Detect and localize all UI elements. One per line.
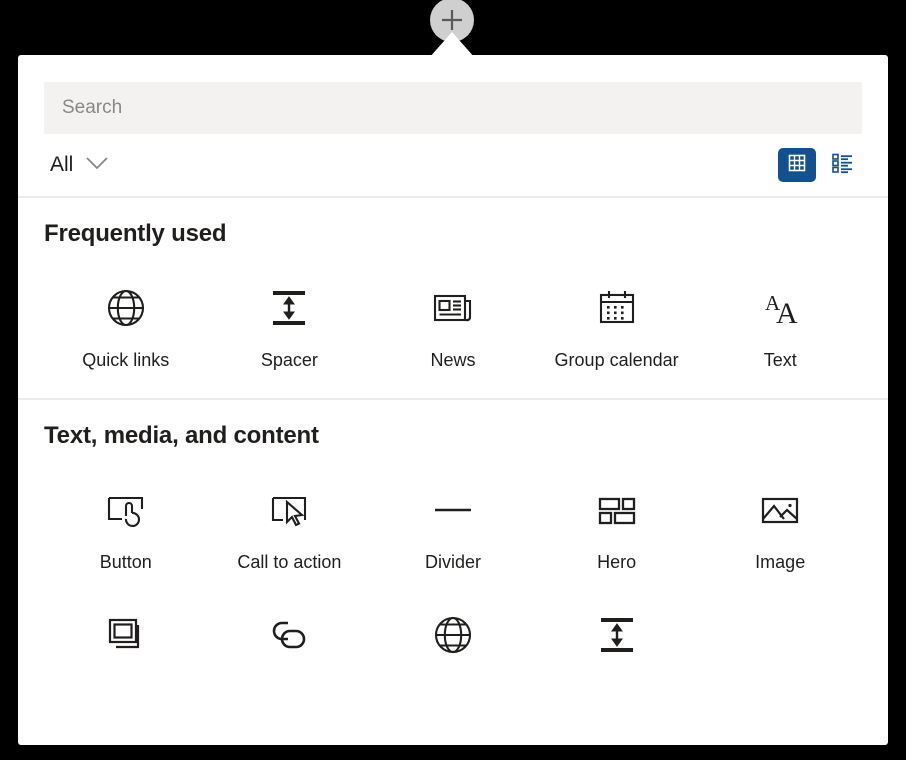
search-input[interactable] (62, 97, 844, 119)
webpart-label: Spacer (260, 350, 318, 370)
image-gallery-icon (102, 607, 150, 663)
list-icon (831, 152, 855, 179)
image-icon (756, 482, 804, 538)
webpart-label: Text (763, 350, 797, 370)
grid-icon (787, 153, 807, 178)
webpart-label: News (430, 350, 476, 370)
calendar-icon (593, 280, 641, 336)
webpart-card-quick-links[interactable]: Quick links (44, 258, 208, 384)
screen: All (0, 0, 906, 760)
globe-icon (429, 607, 477, 663)
webpart-card-news[interactable]: News (371, 258, 535, 384)
webpart-picker-panel: All (18, 55, 888, 745)
webpart-label: Button (99, 551, 152, 572)
cursor-box-icon (265, 482, 313, 538)
webpart-card-group-calendar[interactable]: Group calendar (535, 258, 699, 384)
button-hand-icon (102, 482, 150, 538)
view-toggle (778, 148, 862, 182)
webpart-card-image[interactable]: Image (698, 460, 862, 586)
webpart-card-button[interactable]: Button (44, 460, 208, 586)
webpart-card-image-gallery[interactable] (44, 585, 208, 689)
webpart-label: Call to action (237, 551, 342, 572)
webpart-grid: Quick links Spacer News Group calendar A… (44, 258, 862, 384)
section-frequently-used: Frequently used Quick links Spacer News … (18, 198, 888, 398)
webpart-card-text[interactable]: A A Text (698, 258, 862, 384)
webpart-card-spacer[interactable]: Spacer (208, 258, 372, 384)
webpart-card-quick-links-2[interactable] (371, 585, 535, 689)
link-icon (265, 607, 313, 663)
webpart-label: Image (755, 551, 806, 572)
section-title: Frequently used (44, 220, 227, 247)
section-text-media-content: Text, media, and content Button Call to … (18, 400, 888, 690)
webpart-label: Quick links (82, 350, 170, 370)
search-section (18, 55, 888, 134)
webpart-card-divider[interactable]: Divider (371, 460, 535, 586)
webpart-card-hero[interactable]: Hero (535, 460, 699, 586)
grid-view-button[interactable] (778, 148, 816, 182)
plus-icon (439, 7, 465, 33)
webpart-card-link[interactable] (208, 585, 372, 689)
webpart-card-call-to-action[interactable]: Call to action (208, 460, 372, 586)
svg-text:A: A (776, 297, 798, 330)
webpart-label: Hero (597, 551, 637, 572)
webpart-grid: Button Call to action Divider Hero Image (44, 460, 862, 690)
filter-label: All (50, 153, 74, 176)
webpart-label: Group calendar (554, 350, 679, 370)
chevron-down-icon (83, 154, 111, 177)
hero-layout-icon (593, 482, 641, 538)
spacer-icon (593, 607, 641, 663)
webpart-card-spacer-2[interactable] (535, 585, 699, 689)
toolbar: All (18, 134, 888, 196)
search-box[interactable] (44, 82, 862, 134)
filter-dropdown[interactable]: All (44, 149, 117, 181)
section-title: Text, media, and content (44, 421, 319, 449)
webpart-card-empty (698, 585, 862, 689)
webpart-label: Divider (424, 551, 481, 572)
globe-icon (102, 280, 150, 336)
divider-line-icon (429, 482, 477, 538)
text-aa-icon: A A (756, 280, 804, 336)
list-view-button[interactable] (824, 148, 862, 182)
newspaper-icon (429, 280, 477, 336)
spacer-icon (265, 280, 313, 336)
